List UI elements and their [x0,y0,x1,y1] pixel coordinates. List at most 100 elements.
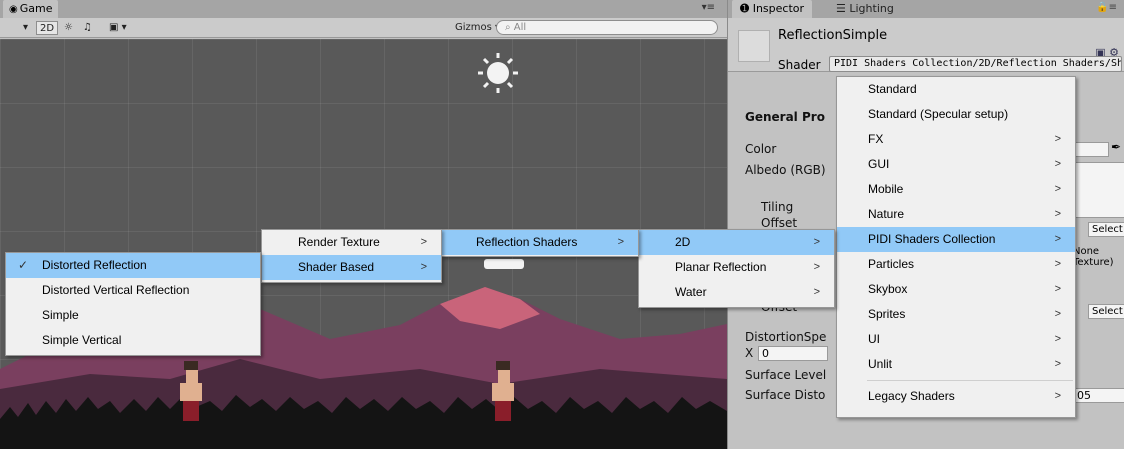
game-controller-icon: ◉ [9,4,18,15]
x-field[interactable]: 0 [758,346,828,361]
general-properties-title: General Pro [745,110,825,124]
chevron-right-icon: > [1054,158,1061,170]
info-icon: ➊ [740,2,750,15]
twod-submenu: Reflection Shaders > [441,229,639,257]
tiling-label: Tiling [761,200,794,214]
image-effects-icon[interactable]: ▣ ▾ [106,21,130,35]
eyedropper-icon[interactable]: ✒ [1111,140,1121,154]
menu-item-distorted-vertical-reflection[interactable]: Distorted Vertical Reflection [6,278,260,303]
display-dropdown-icon[interactable]: ▾ [20,21,31,35]
menu-item-nature[interactable]: Nature > [837,202,1075,227]
menu-separator [867,380,1073,381]
menu-item-label: Legacy Shaders [868,389,955,403]
menu-item-reflection-shaders[interactable]: Reflection Shaders > [442,230,638,255]
panel-menu-icon[interactable]: ▾≡ [702,2,715,13]
distortion-speed-label: DistortionSpe [745,330,827,344]
menu-item-fx[interactable]: FX > [837,127,1075,152]
chevron-right-icon: > [813,286,820,298]
menu-item-label: Nature [868,207,905,221]
menu-item-simple-vertical[interactable]: Simple Vertical [6,328,260,353]
menu-item-distorted-reflection[interactable]: ✓ Distorted Reflection [6,253,260,278]
game-toolbar: ▾ 2D ☼ ♫ ▣ ▾ Gizmos ▾ ⌕ All [0,18,727,38]
material-header: ReflectionSimple ▣ ⚙ Shader PIDI Shaders… [728,18,1124,72]
game-tabbar: ◉ Game ▾≡ [0,0,727,18]
menu-item-standard-specular-setup[interactable]: Standard (Specular setup) [837,102,1075,127]
menu-item-render-texture[interactable]: Render Texture > [262,230,441,255]
shader-value: PIDI Shaders Collection/2D/Reflection Sh… [834,58,1122,69]
select-button[interactable]: Select [1088,222,1124,237]
color-label: Color [745,142,777,156]
chevron-right-icon: > [420,236,427,248]
color-field[interactable] [1073,142,1109,157]
material-thumbnail [738,30,770,62]
menu-item-ui[interactable]: UI > [837,327,1075,352]
shader-menu: Standard Standard (Specular setup) FX > GUI >… [836,76,1076,418]
reflection-submenu: Render Texture > Shader Based > [261,229,442,283]
chevron-right-icon: > [1054,358,1061,370]
menu-item-planar-reflection[interactable]: Planar Reflection > [639,255,834,280]
tab-inspector[interactable]: ➊ Inspector [732,0,813,18]
menu-item-label: 2D [675,235,691,249]
chevron-right-icon: > [813,261,820,273]
x-label: X [745,346,754,360]
chevron-right-icon: > [1054,183,1061,195]
shader-dropdown[interactable]: PIDI Shaders Collection/2D/Reflection Sh… [829,56,1122,72]
search-placeholder: All [513,22,527,33]
menu-item-label: Skybox [868,282,908,296]
menu-item-label: Distorted Reflection [42,258,147,272]
chevron-right-icon: > [1054,208,1061,220]
menu-item-particles[interactable]: Particles > [837,252,1075,277]
sun-toggle-icon[interactable]: ☼ [61,21,76,35]
inspector-tabbar: ➊ Inspector ☰ Lighting 🔒≡ [728,0,1124,18]
check-icon: ✓ [18,258,29,272]
menu-item-standard[interactable]: Standard [837,77,1075,102]
tab-lighting[interactable]: ☰ Lighting [828,0,902,18]
menu-item-gui[interactable]: GUI > [837,152,1075,177]
menu-item-label: FX [868,132,884,146]
sun-sprite [478,53,518,93]
menu-item-shader-based[interactable]: Shader Based > [262,255,441,280]
menu-item-label: Simple Vertical [42,333,122,347]
tab-lighting-label: Lighting [849,2,894,15]
chevron-right-icon: > [1054,283,1061,295]
menu-item-label: Sprites [868,307,906,321]
material-name: ReflectionSimple [778,28,888,43]
menu-item-2d[interactable]: 2D > [639,230,834,255]
chevron-right-icon: > [617,236,624,248]
cloud-sprite [484,259,524,269]
menu-item-label: Water [675,285,707,299]
menu-item-label: Shader Based [298,260,375,274]
chevron-right-icon: > [1054,308,1061,320]
surface-distortion-label: Surface Disto [745,388,826,402]
audio-toggle-icon[interactable]: ♫ [80,21,95,35]
menu-item-simple[interactable]: Simple [6,303,260,328]
menu-item-label: PIDI Shaders Collection [868,232,996,246]
menu-item-pidi-shaders-collection[interactable]: PIDI Shaders Collection > [837,227,1075,252]
menu-item-label: Particles [868,257,915,271]
offset-label: Offset [761,216,798,230]
chevron-right-icon: > [1054,233,1061,245]
tab-game[interactable]: ◉ Game [3,0,59,18]
lighting-icon: ☰ [836,2,846,15]
tab-inspector-label: Inspector [752,2,805,15]
shader-based-submenu: ✓ Distorted Reflection Distorted Vertical … [5,252,261,356]
select-button-2[interactable]: Select [1088,304,1124,319]
menu-item-sprites[interactable]: Sprites > [837,302,1075,327]
gizmos-dropdown[interactable]: Gizmos ▾ [455,21,500,35]
lock-icon[interactable]: 🔒≡ [1096,2,1117,13]
none-texture-label: None Texture) [1073,246,1114,268]
chevron-right-icon: > [1054,390,1061,402]
albedo-texture-slot[interactable] [1073,162,1124,218]
mode-2d-button[interactable]: 2D [36,21,59,35]
game-panel: ◉Game ▾≡ ▾ 2D ☼ ♫ ▣ ▾ Gizmos ▾ ⌕ All [0,0,727,449]
menu-item-unlit[interactable]: Unlit > [837,352,1075,377]
surface-distortion-field[interactable]: 05 [1073,388,1124,403]
menu-item-water[interactable]: Water > [639,280,834,305]
chevron-right-icon: > [1054,333,1061,345]
menu-item-label: Unlit [868,357,893,371]
menu-item-legacy-shaders[interactable]: Legacy Shaders > [837,384,1075,409]
menu-item-label: UI [868,332,880,346]
search-input[interactable]: ⌕ All [496,20,718,35]
menu-item-mobile[interactable]: Mobile > [837,177,1075,202]
menu-item-skybox[interactable]: Skybox > [837,277,1075,302]
